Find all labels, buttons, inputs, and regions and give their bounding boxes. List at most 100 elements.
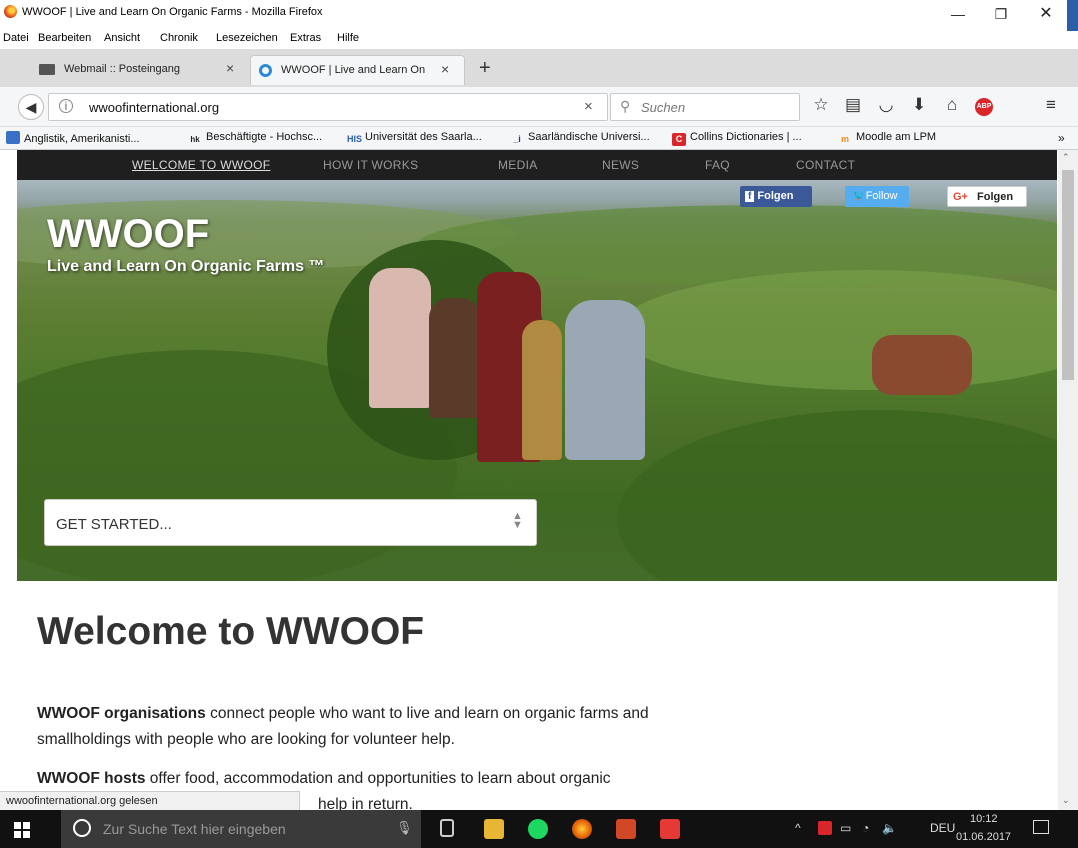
menu-chronik[interactable]: Chronik (160, 32, 198, 44)
powerpoint-icon[interactable] (616, 819, 636, 839)
new-tab-button[interactable]: + (479, 57, 491, 80)
search-icon: ⚲ (620, 98, 631, 114)
get-started-label: GET STARTED... (56, 516, 172, 533)
scrollbar-thumb[interactable] (1062, 170, 1074, 380)
person-figure (429, 298, 481, 418)
twitter-follow-button[interactable]: 🐦Follow (845, 186, 909, 207)
nav-contact[interactable]: CONTACT (796, 158, 855, 172)
task-view-icon[interactable] (440, 819, 454, 837)
wifi-icon[interactable]: ◔ (862, 821, 869, 835)
window-titlebar: WWOOF | Live and Learn On Organic Farms … (0, 0, 1078, 31)
menu-lesezeichen[interactable]: Lesezeichen (216, 32, 278, 44)
notification-icon[interactable] (1033, 820, 1049, 834)
menu-bar: Datei Bearbeiten Ansicht Chronik Lesezei… (0, 31, 1078, 49)
site-navigation: WELCOME TO WWOOF HOW IT WORKS MEDIA NEWS… (17, 150, 1057, 180)
info-icon[interactable]: i (59, 99, 73, 113)
maximize-button[interactable]: ❐ (986, 4, 1016, 24)
search-input[interactable]: ⚲ Suchen (610, 93, 800, 121)
gplus-follow-button[interactable]: G+ Folgen (947, 186, 1027, 207)
volume-icon[interactable]: 🔈 (882, 821, 897, 835)
language-indicator[interactable]: DEU (930, 821, 955, 835)
clock-date[interactable]: 01.06.2017 (956, 831, 1011, 843)
clock-time[interactable]: 10:12 (970, 813, 998, 825)
status-text: wwoofinternational.org gelesen (6, 795, 158, 807)
bookmark-item[interactable]: hk Beschäftigte - Hochsc... (188, 131, 322, 146)
tray-overflow-icon[interactable]: ^ (795, 821, 801, 835)
download-icon[interactable]: ⬇ (908, 95, 930, 115)
facebook-follow-button[interactable]: f Folgen (740, 186, 812, 207)
tray-app-icon[interactable] (818, 821, 832, 835)
screen: WWOOF | Live and Learn On Organic Farms … (0, 0, 1078, 848)
tab-wwoof[interactable]: WWOOF | Live and Learn On × (250, 55, 465, 85)
bookmark-item[interactable]: C Collins Dictionaries | ... (672, 131, 802, 146)
bookmark-item[interactable]: Anglistik, Amerikanisti... (6, 131, 140, 145)
tab-label: Webmail :: Posteingang (64, 63, 180, 75)
tab-webmail[interactable]: Webmail :: Posteingang × (30, 55, 248, 85)
scroll-down-arrow-icon[interactable]: ⌄ (1062, 795, 1070, 806)
clear-url-icon[interactable]: × (584, 98, 593, 115)
adblock-icon[interactable]: ABP (975, 98, 993, 116)
nav-news[interactable]: NEWS (602, 158, 639, 172)
hosts-paragraph: WWOOF hosts offer food, accommodation an… (37, 766, 697, 792)
menu-bearbeiten[interactable]: Bearbeiten (38, 32, 91, 44)
firefox-taskbar-icon[interactable] (572, 819, 592, 839)
mail-icon (39, 64, 55, 75)
minimize-button[interactable]: — (943, 4, 973, 24)
bookmarks-overflow-icon[interactable]: » (1058, 131, 1065, 145)
page-heading: Welcome to WWOOF (37, 610, 425, 653)
bookmark-item[interactable]: m Moodle am LPM (838, 131, 936, 146)
microphone-icon[interactable]: 🎙 (396, 820, 413, 836)
landscape-field (617, 270, 1057, 390)
taskbar-search-input[interactable]: Zur Suche Text hier eingeben 🎙 (61, 810, 421, 848)
cortana-icon (73, 819, 91, 837)
hamburger-menu-icon[interactable]: ≡ (1040, 95, 1062, 115)
download-app-icon[interactable] (660, 819, 680, 839)
hero-banner: WWOOF Live and Learn On Organic Farms ™ … (17, 180, 1057, 581)
menu-extras[interactable]: Extras (290, 32, 321, 44)
facebook-follow-label: Folgen (757, 190, 794, 202)
nav-faq[interactable]: FAQ (705, 158, 730, 172)
bookmark-favicon-icon: m (840, 134, 849, 144)
search-placeholder: Suchen (641, 100, 686, 115)
hero-title: WWOOF (47, 212, 210, 256)
menu-datei[interactable]: Datei (3, 32, 29, 44)
paragraph-text: offer food, accommodation and opportunit… (145, 770, 611, 787)
file-explorer-icon[interactable] (484, 819, 504, 839)
twitter-follow-label: Follow (865, 190, 898, 202)
taskbar-search-placeholder: Zur Suche Text hier eingeben (103, 821, 286, 837)
menu-hilfe[interactable]: Hilfe (337, 32, 359, 44)
bookmark-label: Beschäftigte - Hochsc... (206, 131, 323, 143)
back-button[interactable]: ◀ (18, 94, 44, 120)
library-icon[interactable]: ▤ (842, 95, 864, 115)
nav-media[interactable]: MEDIA (498, 158, 538, 172)
close-tab-icon[interactable]: × (441, 61, 449, 77)
loading-icon (259, 64, 272, 77)
nav-how-it-works[interactable]: HOW IT WORKS (323, 158, 418, 172)
nav-welcome[interactable]: WELCOME TO WWOOF (132, 158, 270, 172)
bookmark-item[interactable]: _i Saarländische Universi... (510, 131, 649, 146)
close-window-button[interactable]: ✕ (1031, 4, 1061, 24)
bookmarks-toolbar: Anglistik, Amerikanisti... hk Beschäftigt… (0, 127, 1078, 150)
window-edge (1067, 0, 1078, 31)
intro-paragraph: WWOOF organisations connect people who w… (37, 701, 697, 753)
close-tab-icon[interactable]: × (226, 60, 234, 76)
windows-start-icon[interactable] (14, 822, 30, 838)
twitter-icon: 🐦 (852, 190, 866, 202)
bookmark-item[interactable]: HIS Universität des Saarla... (347, 131, 482, 146)
person-figure (565, 300, 645, 460)
url-bar[interactable]: i wwoofinternational.org × (48, 93, 608, 121)
url-text[interactable]: wwoofinternational.org (89, 100, 219, 115)
bookmark-favicon-icon: C (672, 133, 686, 146)
spotify-icon[interactable] (528, 819, 548, 839)
battery-icon[interactable]: ▭ (840, 821, 851, 835)
menu-ansicht[interactable]: Ansicht (104, 32, 140, 44)
windows-taskbar: Zur Suche Text hier eingeben 🎙 ^ ▭ ◔ 🔈 D… (0, 810, 1078, 848)
bookmark-label: Anglistik, Amerikanisti... (24, 133, 140, 145)
firefox-icon (4, 5, 17, 18)
tab-bar: Webmail :: Posteingang × WWOOF | Live an… (0, 49, 1078, 87)
pocket-icon[interactable]: ◡ (875, 95, 897, 115)
home-icon[interactable]: ⌂ (941, 95, 963, 115)
scroll-up-arrow-icon[interactable]: ⌃ (1062, 152, 1070, 163)
get-started-select[interactable]: GET STARTED... ▲ ▼ (44, 499, 537, 546)
bookmark-star-icon[interactable]: ☆ (810, 95, 832, 115)
